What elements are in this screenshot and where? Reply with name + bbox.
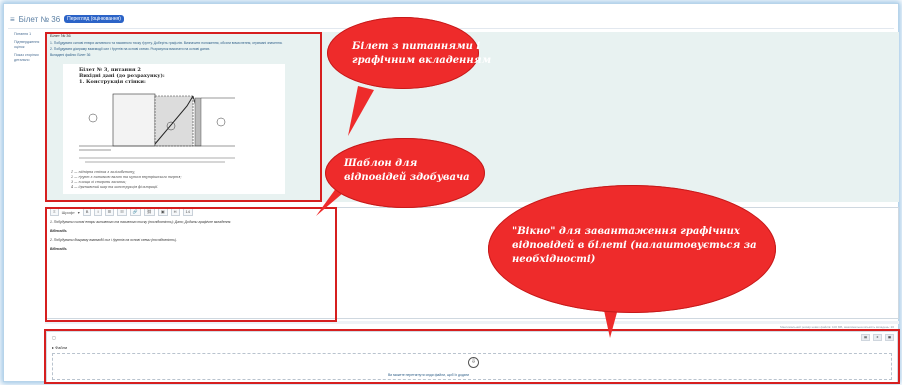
- sidebar-item-grades[interactable]: Підтвердження оцінок: [14, 40, 42, 50]
- annotation-text-template: Шаблон для відповідей здобувача: [344, 158, 470, 183]
- annotation-text-upload: "Вікно" для завантаження графічних відпо…: [512, 226, 757, 265]
- highlight-upload: [44, 329, 900, 384]
- status-badge: Перегляд (оцінювання): [64, 15, 124, 23]
- highlight-template: [45, 207, 337, 322]
- sidebar-item-details[interactable]: Показ сторінки детально: [14, 53, 42, 63]
- menu-icon[interactable]: ≡: [10, 15, 15, 24]
- highlight-question: [45, 32, 322, 202]
- annotation-text-questions: Білет з питаннями і графічним вкладенням: [352, 41, 492, 66]
- page-header: ≡ Білет № 36 Перегляд (оцінювання): [10, 12, 124, 26]
- bubble-tail-1: [348, 86, 374, 136]
- page-title: Білет № 36: [18, 14, 61, 24]
- sidebar: Питання 1 Підтвердження оцінок Показ сто…: [14, 32, 42, 66]
- sidebar-item-question[interactable]: Питання 1: [14, 32, 42, 37]
